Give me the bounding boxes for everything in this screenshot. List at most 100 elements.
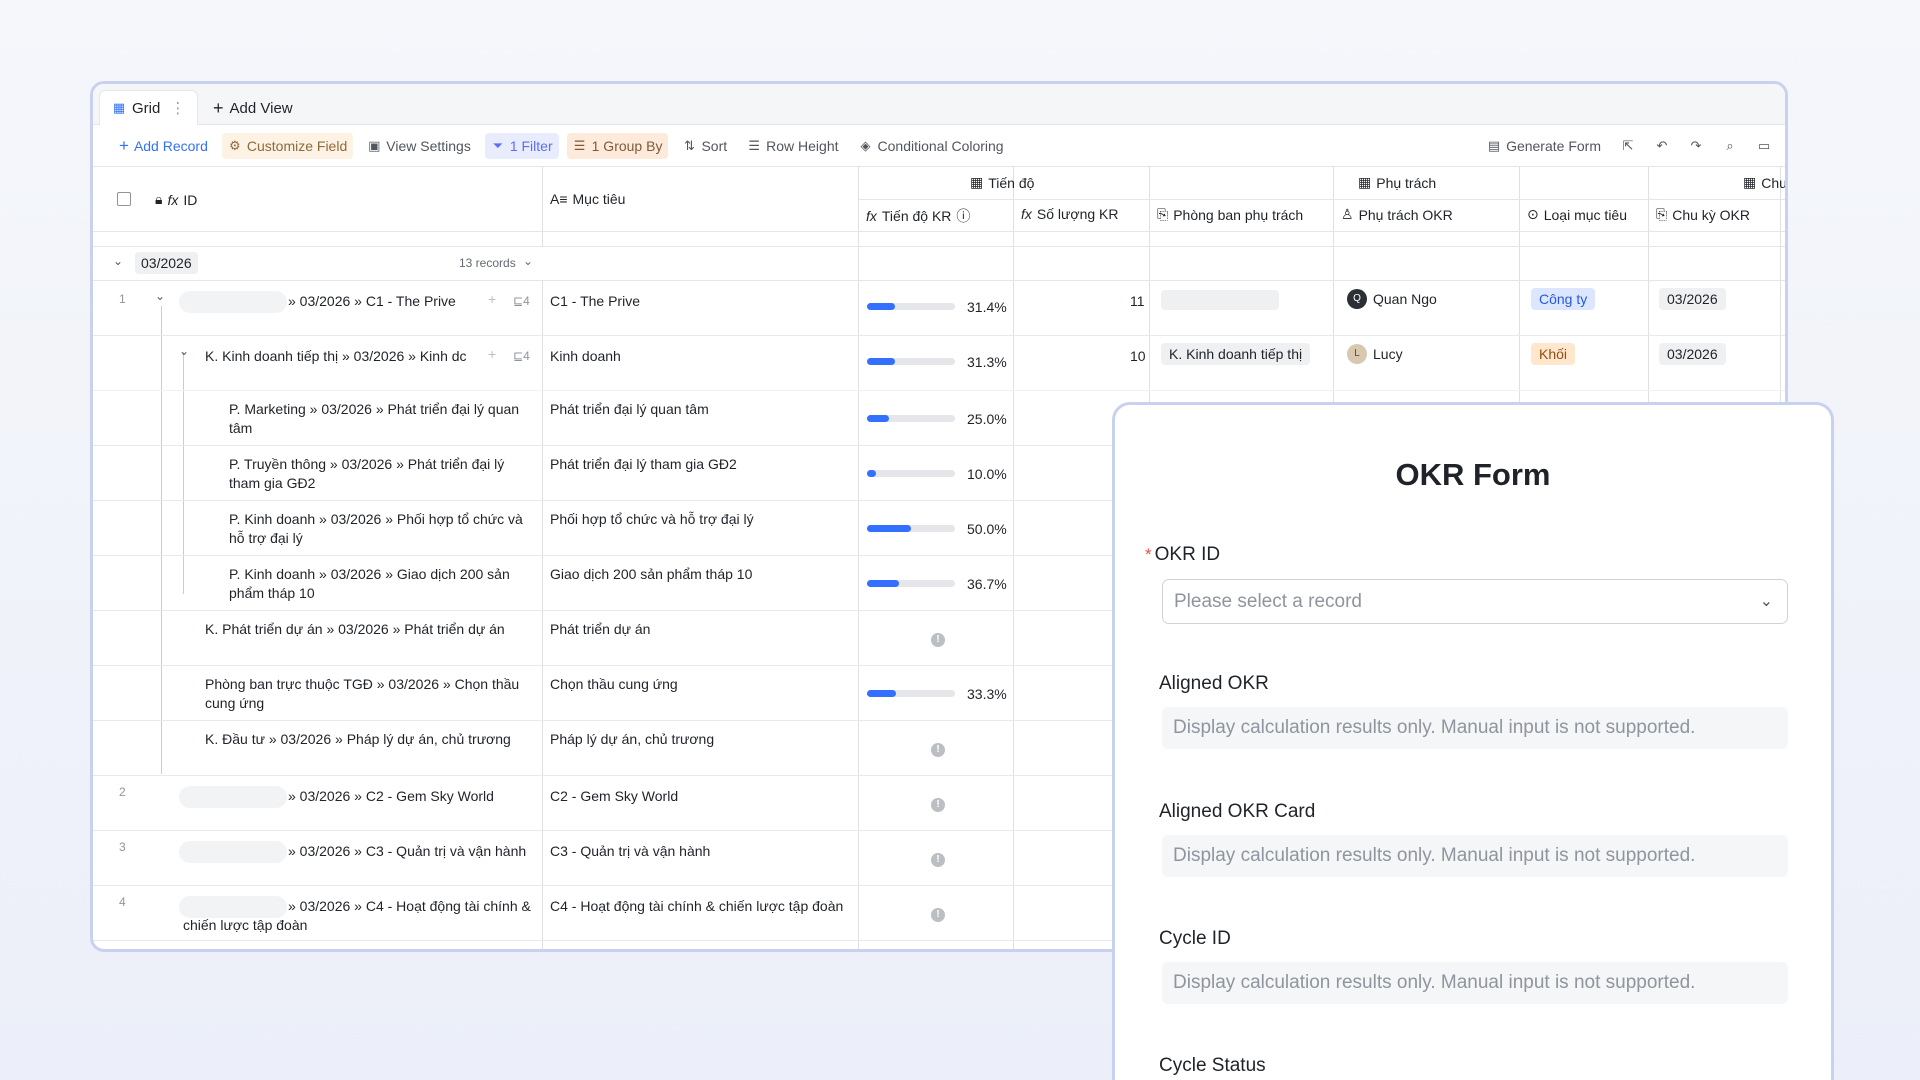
progress-fill xyxy=(867,580,900,587)
progress-percent: 31.3% xyxy=(967,354,1007,370)
gear-icon: ⚙ xyxy=(229,137,241,153)
header-bottom xyxy=(93,231,1785,232)
formula-icon: fx xyxy=(866,208,877,224)
header-tien-do-kr[interactable]: fx Tiến độ KR ⓘ xyxy=(866,206,970,226)
chevron-down-icon[interactable]: ⌄ xyxy=(155,289,165,303)
add-subrecord-icon[interactable]: + xyxy=(488,290,496,309)
id-cell: P. Kinh doanh » 03/2026 » Phối hợp tổ ch… xyxy=(229,511,523,546)
redo-icon: ↷ xyxy=(1690,138,1702,153)
progress-bar xyxy=(867,358,955,365)
aligned-okr-label: Aligned OKR xyxy=(1159,673,1269,694)
row-height-label: Row Height xyxy=(766,137,839,154)
so-luong-cell: 10 xyxy=(1130,348,1146,364)
id-prefix-placeholder xyxy=(179,841,287,863)
person-icon: ♙ xyxy=(1341,206,1354,222)
undo-icon: ↶ xyxy=(1656,138,1668,153)
comment-button[interactable]: ▭ xyxy=(1751,133,1777,159)
header-id[interactable]: 🔒︎ fx ID xyxy=(155,191,197,208)
select-icon: ⊙ xyxy=(1527,206,1539,222)
progress-percent: 36.7% xyxy=(967,576,1007,592)
header-chu-ky-okr[interactable]: ⎘ Chu kỳ OKR xyxy=(1656,206,1750,223)
muc-tieu-cell: C4 - Hoạt động tài chính & chiến lược tậ… xyxy=(550,898,844,914)
subrecord-count: ⊑4 xyxy=(513,349,530,363)
more-icon[interactable]: ⋮ xyxy=(170,99,185,117)
header-muc-tieu[interactable]: A≡ Mục tiêu xyxy=(550,191,625,207)
empty-progress-icon: ! xyxy=(931,633,945,647)
sort-icon: ⇅ xyxy=(684,137,695,153)
table-row[interactable]: 1 ⌄ » 03/2026 » C1 - The Prive + ⊑4 C1 -… xyxy=(93,281,1785,336)
group-count: 13 records xyxy=(459,256,516,270)
lock-icon: 🔒︎ xyxy=(155,191,163,207)
chevron-down-icon[interactable]: ⌄ xyxy=(179,344,189,358)
header-loai-muc-tieu[interactable]: ⊙ Loại mục tiêu xyxy=(1527,206,1627,223)
text-field-icon: A≡ xyxy=(550,191,568,207)
header-chu-ky-okr-label: Chu kỳ OKR xyxy=(1672,206,1751,223)
group-row[interactable]: ⌄ 03/2026 13 records ⌄ xyxy=(93,247,543,280)
id-cell: K. Phát triển dự án » 03/2026 » Phát tri… xyxy=(205,621,505,637)
row-number: 3 xyxy=(119,840,126,854)
progress-percent: 33.3% xyxy=(967,686,1007,702)
redo-button[interactable]: ↷ xyxy=(1683,133,1709,159)
progress-bar xyxy=(867,580,955,587)
filter-button[interactable]: ⏷ 1 Filter xyxy=(484,132,559,159)
progress-percent: 50.0% xyxy=(967,521,1007,537)
customize-field-button[interactable]: ⚙ Customize Field xyxy=(221,132,354,159)
add-record-label: Add Record xyxy=(133,137,208,154)
toolbar: + Add Record ⚙ Customize Field ▣ View Setti… xyxy=(93,125,1785,167)
add-view-button[interactable]: + Add View xyxy=(213,98,293,119)
tab-grid-label: Grid xyxy=(132,99,161,117)
header-muc-tieu-label: Mục tiêu xyxy=(572,191,626,207)
okr-id-label-text: OKR ID xyxy=(1154,544,1221,565)
group-by-label: 1 Group By xyxy=(591,137,663,154)
chu-ky-tag: 03/2026 xyxy=(1659,343,1726,365)
header-group-phu-trach[interactable]: ▦ Phụ trách xyxy=(1358,174,1436,191)
view-settings-button[interactable]: ▣ View Settings xyxy=(361,133,477,159)
sort-button[interactable]: ⇅ Sort xyxy=(676,133,733,159)
share-button[interactable]: ⇱ xyxy=(1615,133,1641,159)
row-number: 2 xyxy=(119,785,126,799)
header-group-chu[interactable]: ▦ Chu xyxy=(1743,174,1785,191)
add-record-button[interactable]: + Add Record xyxy=(113,133,214,159)
add-view-label: Add View xyxy=(229,100,293,117)
generate-form-button[interactable]: ▤ Generate Form xyxy=(1481,133,1607,159)
phu-trach-name: Lucy xyxy=(1373,346,1403,362)
progress-bar xyxy=(867,470,955,477)
aligned-okr-field: Display calculation results only. Manual… xyxy=(1162,707,1788,749)
header-so-luong-kr[interactable]: fx Số lượng KR xyxy=(1021,206,1118,222)
add-subrecord-icon[interactable]: + xyxy=(488,345,496,364)
chevron-down-icon: ⌄ xyxy=(1759,593,1773,610)
conditional-coloring-button[interactable]: ◈ Conditional Coloring xyxy=(853,133,1010,159)
form-title: OKR Form xyxy=(1395,457,1551,492)
progress-percent: 10.0% xyxy=(967,466,1007,482)
okr-id-select[interactable]: Please select a record ⌄ xyxy=(1162,579,1788,624)
header-so-luong-kr-label: Số lượng KR xyxy=(1036,206,1119,222)
info-icon: ⓘ xyxy=(956,208,971,224)
progress-fill xyxy=(867,303,895,310)
header-divider xyxy=(859,199,1785,200)
header-phu-trach-okr[interactable]: ♙ Phụ trách OKR xyxy=(1341,206,1453,223)
tab-grid[interactable]: ▦ Grid ⋮ xyxy=(99,90,199,125)
phong-ban-tag: K. Kinh doanh tiếp thị xyxy=(1161,343,1311,365)
toolbar-right: ▤ Generate Form ⇱ ↶ ↷ ⌕ ▭ xyxy=(1481,125,1785,167)
chevron-down-icon[interactable]: ⌄ xyxy=(113,254,123,268)
select-all-checkbox[interactable] xyxy=(117,192,131,206)
header-phong-ban[interactable]: ⎘ Phòng ban phụ trách xyxy=(1157,206,1303,223)
avatar: Q xyxy=(1347,289,1367,309)
header-tien-do-kr-label: Tiến độ KR xyxy=(881,208,952,224)
empty-progress-icon: ! xyxy=(931,798,945,812)
undo-button[interactable]: ↶ xyxy=(1649,133,1675,159)
search-button[interactable]: ⌕ xyxy=(1717,133,1743,159)
header-group-tien-do[interactable]: ▦ Tiến độ xyxy=(970,174,1034,191)
paint-bucket-icon: ◈ xyxy=(860,137,871,153)
okr-id-placeholder: Please select a record xyxy=(1174,591,1362,612)
plus-icon: + xyxy=(119,135,129,155)
row-height-button[interactable]: ☰ Row Height xyxy=(741,133,844,159)
id-prefix-placeholder xyxy=(179,786,287,808)
table-row[interactable]: ⌄ K. Kinh doanh tiếp thị » 03/2026 » Kin… xyxy=(93,336,1785,391)
subrecord-count: ⊑4 xyxy=(513,294,530,308)
muc-tieu-cell: Phát triển đại lý tham gia GĐ2 xyxy=(550,456,737,472)
muc-tieu-cell: Phát triển dự án xyxy=(550,621,651,637)
group-by-button[interactable]: ☰ 1 Group By xyxy=(566,132,669,159)
chevron-down-icon[interactable]: ⌄ xyxy=(523,254,533,268)
progress-fill xyxy=(867,470,876,477)
